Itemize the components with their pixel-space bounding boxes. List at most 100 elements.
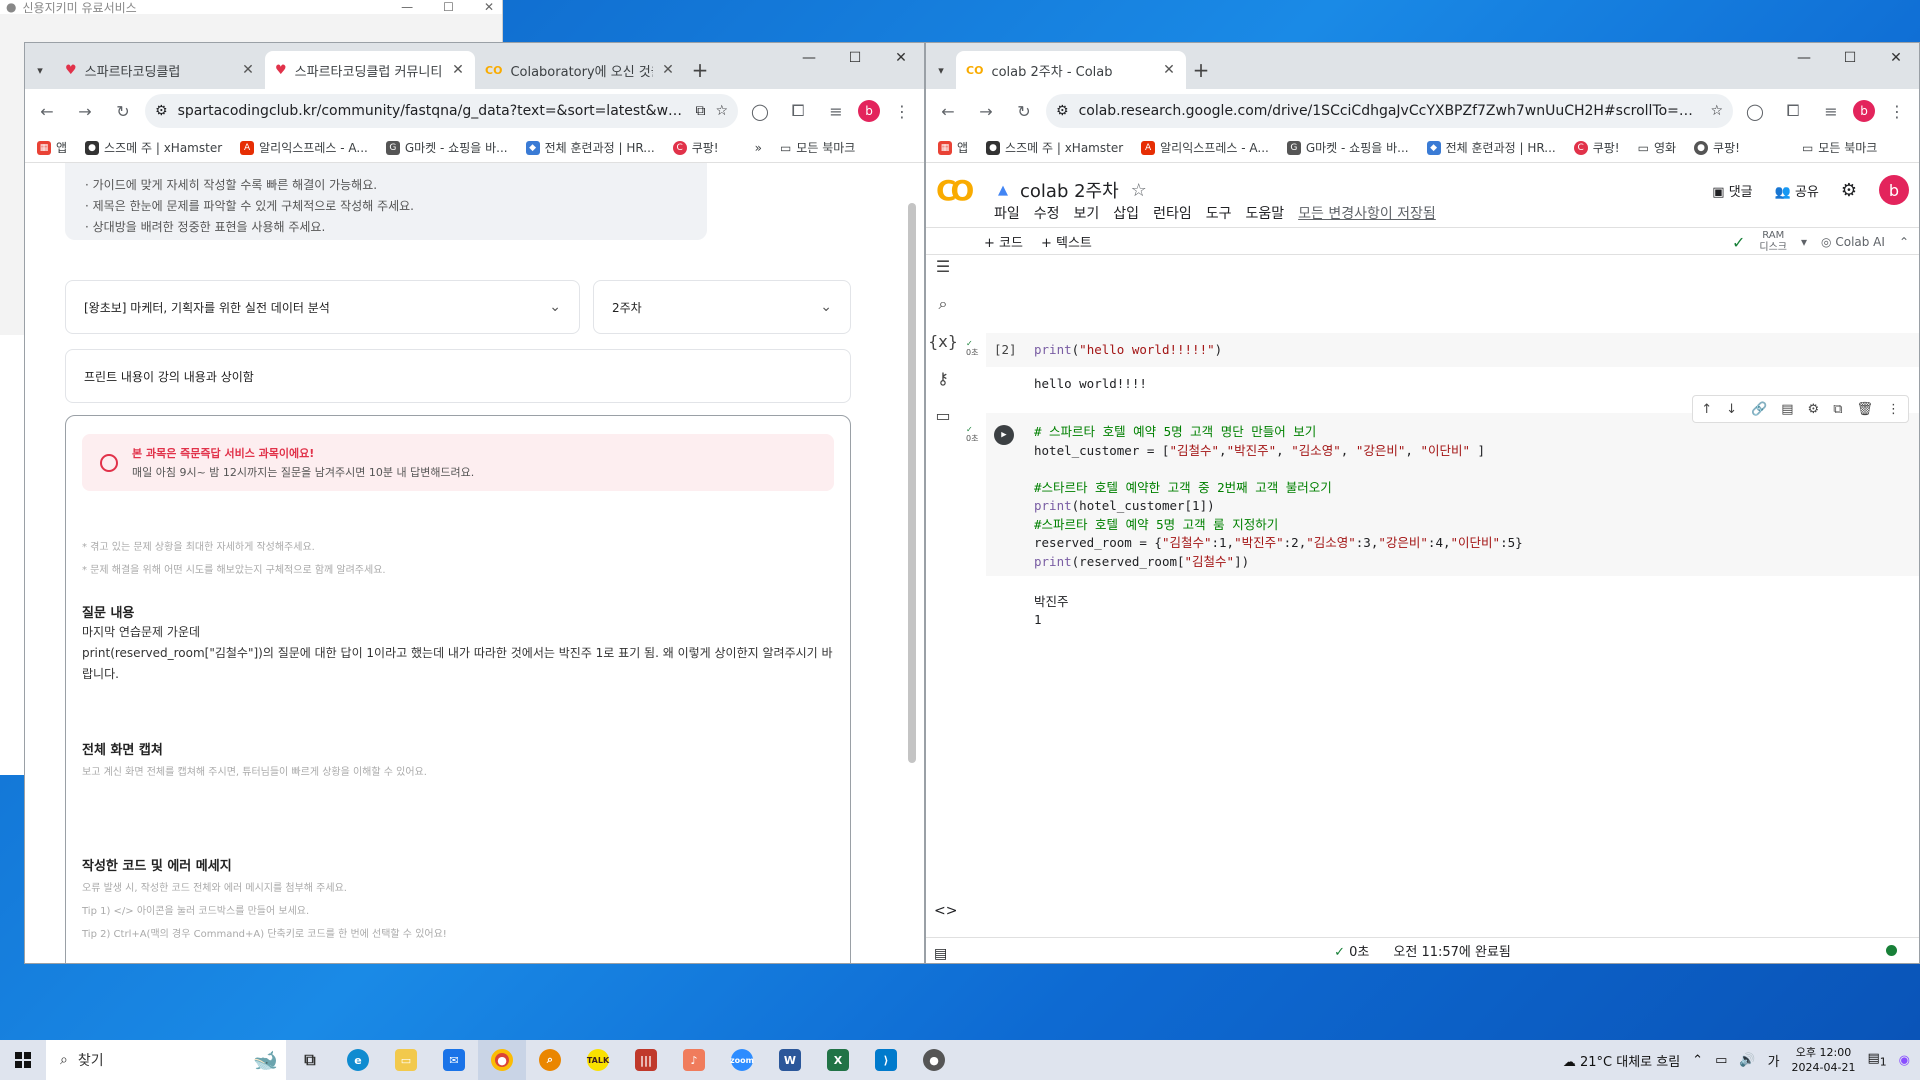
- extension-icon[interactable]: ◯: [744, 95, 776, 127]
- bookmark-item[interactable]: ● 쿠팡!: [1694, 139, 1740, 156]
- close-button[interactable]: ✕: [484, 0, 494, 14]
- maximize-button[interactable]: ☐: [1827, 43, 1873, 73]
- week-select[interactable]: 2주차 ⌄: [593, 280, 851, 334]
- connection-dot[interactable]: [1886, 945, 1897, 956]
- bookmarks-overflow[interactable]: »: [755, 141, 762, 155]
- menu-edit[interactable]: 수정: [1034, 203, 1060, 223]
- settings-icon[interactable]: ⚙: [1808, 402, 1820, 417]
- bookmark-apps[interactable]: ▦ 앱: [37, 139, 67, 156]
- star-icon[interactable]: ☆: [715, 103, 728, 119]
- extension-icon[interactable]: ◯: [1739, 95, 1771, 127]
- colab-logo[interactable]: CO: [936, 174, 986, 207]
- link-icon[interactable]: 🔗: [1751, 402, 1767, 417]
- mail-icon[interactable]: ✉: [430, 1040, 478, 1080]
- menu-tools[interactable]: 도구: [1206, 203, 1232, 223]
- forward-icon[interactable]: →: [970, 95, 1002, 127]
- search-icon[interactable]: ⌕: [939, 294, 948, 314]
- comment-button[interactable]: ▣ 댓글: [1712, 181, 1752, 200]
- move-up-icon[interactable]: ↑: [1701, 402, 1712, 417]
- close-icon[interactable]: ✕: [1162, 62, 1176, 78]
- minimize-button[interactable]: —: [786, 43, 832, 73]
- media-icon[interactable]: ≡: [1815, 95, 1847, 127]
- address-bar[interactable]: ⚙ colab.research.google.com/drive/1SCciC…: [1046, 94, 1733, 128]
- task-view-icon[interactable]: ⧉: [286, 1040, 334, 1080]
- tab-search-button[interactable]: ▾: [25, 51, 55, 89]
- maximize-button[interactable]: ☐: [443, 0, 454, 14]
- ime-indicator[interactable]: 가: [1768, 1051, 1780, 1070]
- puzzle-icon[interactable]: ⧠: [1777, 95, 1809, 127]
- notebook-title[interactable]: colab 2주차: [1020, 177, 1119, 203]
- install-icon[interactable]: ⧉: [695, 103, 705, 119]
- bookmark-item[interactable]: A 알리익스프레스 - A...: [1141, 139, 1269, 156]
- menu-insert[interactable]: 삽입: [1113, 203, 1139, 223]
- site-info-icon[interactable]: ⚙: [1056, 103, 1069, 119]
- add-code-button[interactable]: + 코드: [984, 232, 1023, 251]
- close-icon[interactable]: ✕: [661, 62, 675, 78]
- puzzle-icon[interactable]: ⧠: [782, 95, 814, 127]
- bookmark-item[interactable]: ◆ 전체 훈련과정 | HR...: [525, 139, 655, 156]
- back-icon[interactable]: ←: [31, 95, 63, 127]
- tab-search-button[interactable]: ▾: [926, 51, 956, 89]
- clock[interactable]: 오후 12:00 2024-04-21: [1792, 1045, 1856, 1075]
- new-tab-button[interactable]: +: [1186, 51, 1216, 89]
- tab-colaboratory[interactable]: CO Colaboratory에 오신 것을 ✕: [475, 51, 685, 89]
- copilot-icon[interactable]: ◉: [1899, 1053, 1910, 1068]
- forward-icon[interactable]: →: [69, 95, 101, 127]
- network-icon[interactable]: ▭: [1715, 1053, 1727, 1068]
- word-icon[interactable]: W: [766, 1040, 814, 1080]
- scrollbar[interactable]: [906, 193, 918, 953]
- bookmark-item[interactable]: G G마켓 - 쇼핑을 바...: [385, 139, 508, 156]
- new-tab-button[interactable]: +: [685, 51, 715, 89]
- menu-icon[interactable]: ⋮: [1881, 95, 1913, 127]
- code-cell[interactable]: [2] print("hello world!!!!!"): [986, 333, 1919, 367]
- bookmark-item[interactable]: ● 스즈메 주 | xHamster: [85, 139, 222, 156]
- tab-sparta-community[interactable]: ♥ 스파르타코딩클럽 커뮤니티 ✕: [265, 51, 475, 89]
- chevron-down-icon[interactable]: ▾: [1801, 235, 1807, 249]
- weather-widget[interactable]: ☁ 21°C 대체로 흐림: [1563, 1051, 1680, 1070]
- menu-help[interactable]: 도움말: [1245, 203, 1284, 223]
- bookmark-folder[interactable]: ▭ 영화: [1638, 139, 1676, 156]
- cell-code[interactable]: print("hello world!!!!!"): [1034, 341, 1222, 360]
- bookmark-item[interactable]: C 쿠팡!: [1573, 139, 1620, 156]
- zoom-icon[interactable]: zoom: [718, 1040, 766, 1080]
- star-icon[interactable]: ☆: [1710, 103, 1723, 119]
- avatar[interactable]: b: [1879, 175, 1909, 205]
- winrar-icon[interactable]: |||: [622, 1040, 670, 1080]
- menu-view[interactable]: 보기: [1074, 203, 1100, 223]
- resource-monitor[interactable]: RAM 디스크: [1759, 230, 1787, 254]
- collapse-icon[interactable]: ⌃: [1899, 235, 1909, 249]
- menu-file[interactable]: 파일: [994, 203, 1020, 223]
- folder-icon[interactable]: ▭: [935, 406, 950, 425]
- maximize-button[interactable]: ☐: [832, 43, 878, 73]
- recorder-icon[interactable]: ♪: [670, 1040, 718, 1080]
- avatar[interactable]: b: [1853, 100, 1875, 122]
- course-select[interactable]: [왕초보] 마케터, 기획자를 위한 실전 데이터 분석 ⌄: [65, 280, 580, 334]
- windows-start-icon[interactable]: [0, 1040, 46, 1080]
- volume-icon[interactable]: 🔊: [1739, 1053, 1755, 1068]
- question-editor[interactable]: 본 과목은 즉문즉답 서비스 과목이에요! 매일 아침 9시~ 밤 12시까지는 …: [65, 415, 851, 963]
- edge-icon[interactable]: e: [334, 1040, 382, 1080]
- vscode-icon[interactable]: ⟩: [862, 1040, 910, 1080]
- run-button[interactable]: ▶: [994, 425, 1014, 445]
- app-icon[interactable]: ●: [910, 1040, 958, 1080]
- variables-icon[interactable]: {x}: [928, 332, 958, 351]
- star-icon[interactable]: ☆: [1131, 180, 1147, 201]
- back-icon[interactable]: ←: [932, 95, 964, 127]
- menu-icon[interactable]: ⋮: [886, 95, 918, 127]
- code-snippets-icon[interactable]: <>: [934, 903, 957, 919]
- address-bar[interactable]: ⚙ spartacodingclub.kr/community/fastqna/…: [145, 94, 738, 128]
- scrollbar-thumb[interactable]: [908, 203, 916, 763]
- reload-icon[interactable]: ↻: [1008, 95, 1040, 127]
- kakaotalk-icon[interactable]: TALK: [574, 1040, 622, 1080]
- close-icon[interactable]: ✕: [451, 62, 465, 78]
- notification-icon[interactable]: ▤1: [1867, 1051, 1886, 1069]
- add-text-button[interactable]: + 텍스트: [1041, 232, 1092, 251]
- chrome-icon[interactable]: ●: [478, 1040, 526, 1080]
- toc-icon[interactable]: ☰: [936, 257, 950, 276]
- tab-sparta[interactable]: ♥ 스파르타코딩클럽 ✕: [55, 51, 265, 89]
- reload-icon[interactable]: ↻: [107, 95, 139, 127]
- colab-ai-button[interactable]: ◎ Colab AI: [1821, 235, 1885, 249]
- tray-overflow-icon[interactable]: ⌃: [1692, 1053, 1703, 1068]
- taskbar-search[interactable]: ⌕ 찾기 🐋: [46, 1040, 286, 1080]
- media-icon[interactable]: ≡: [820, 95, 852, 127]
